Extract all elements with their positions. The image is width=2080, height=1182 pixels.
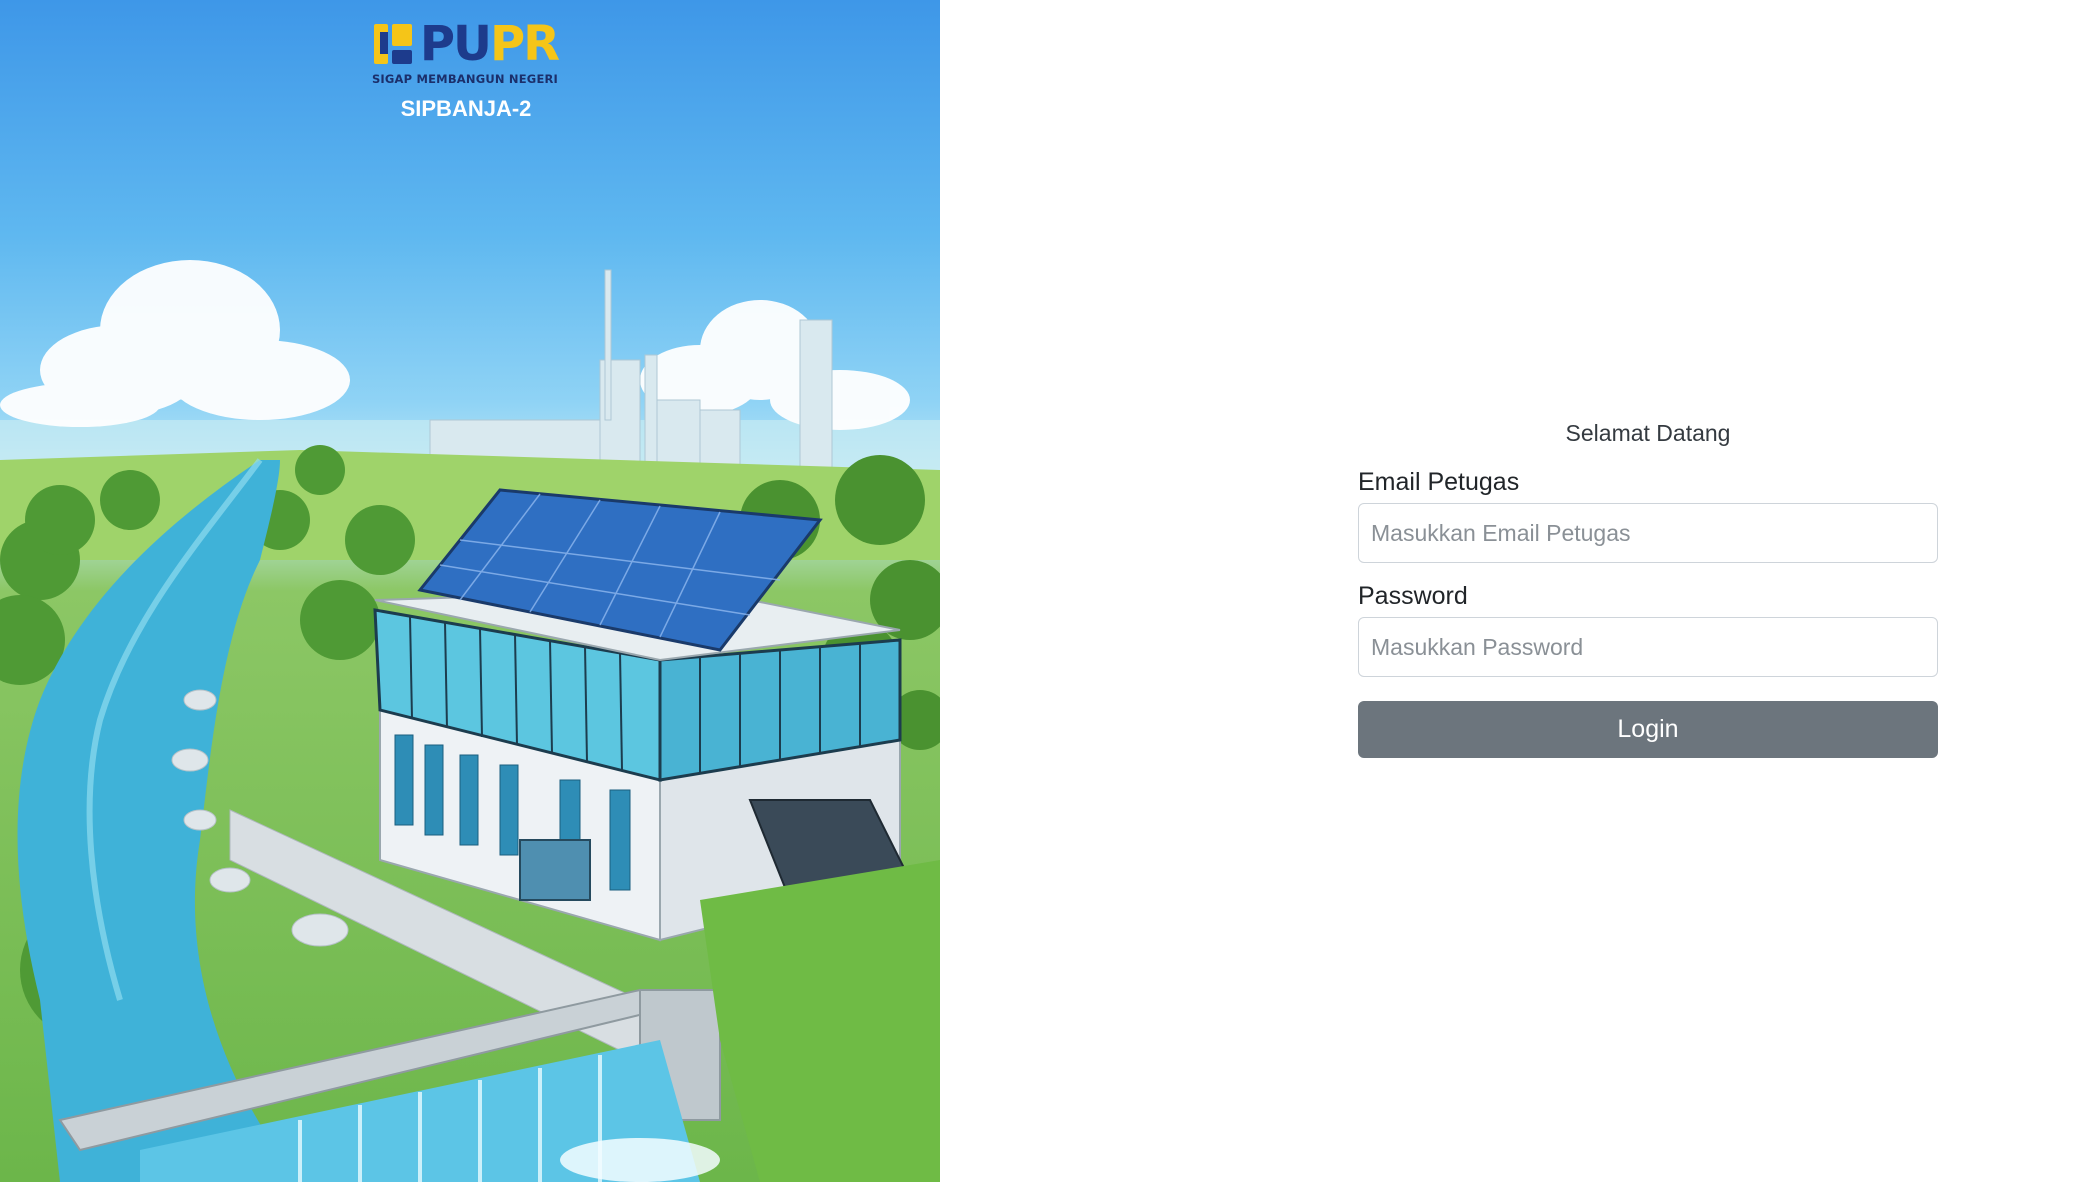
logo-wordmark: PUPR xyxy=(420,20,560,68)
email-input[interactable] xyxy=(1358,503,1938,563)
app-title: SIPBANJA-2 xyxy=(400,96,532,121)
logo-row: PUPR xyxy=(358,20,572,68)
hero-illustration: PUPR SIGAP MEMBANGUN NEGERI SIPBANJA-2 xyxy=(0,0,940,1182)
password-field-group: Password xyxy=(1358,581,1938,677)
logo-text-pr: PR xyxy=(490,16,560,72)
login-page: PUPR SIGAP MEMBANGUN NEGERI SIPBANJA-2 S… xyxy=(0,0,2080,1182)
email-label: Email Petugas xyxy=(1358,468,1520,496)
login-form: Selamat Datang Email Petugas Password Lo… xyxy=(1358,420,1938,758)
logo-tagline: SIGAP MEMBANGUN NEGERI xyxy=(371,72,559,86)
welcome-heading: Selamat Datang xyxy=(1565,420,1731,446)
password-input[interactable] xyxy=(1358,617,1938,677)
email-field-group: Email Petugas xyxy=(1358,467,1938,563)
pupr-logo-icon xyxy=(373,24,412,64)
logo-text-pu: PU xyxy=(419,16,492,72)
hero-scene-image xyxy=(0,260,940,1182)
password-label: Password xyxy=(1358,582,1468,610)
login-button[interactable]: Login xyxy=(1358,701,1938,758)
